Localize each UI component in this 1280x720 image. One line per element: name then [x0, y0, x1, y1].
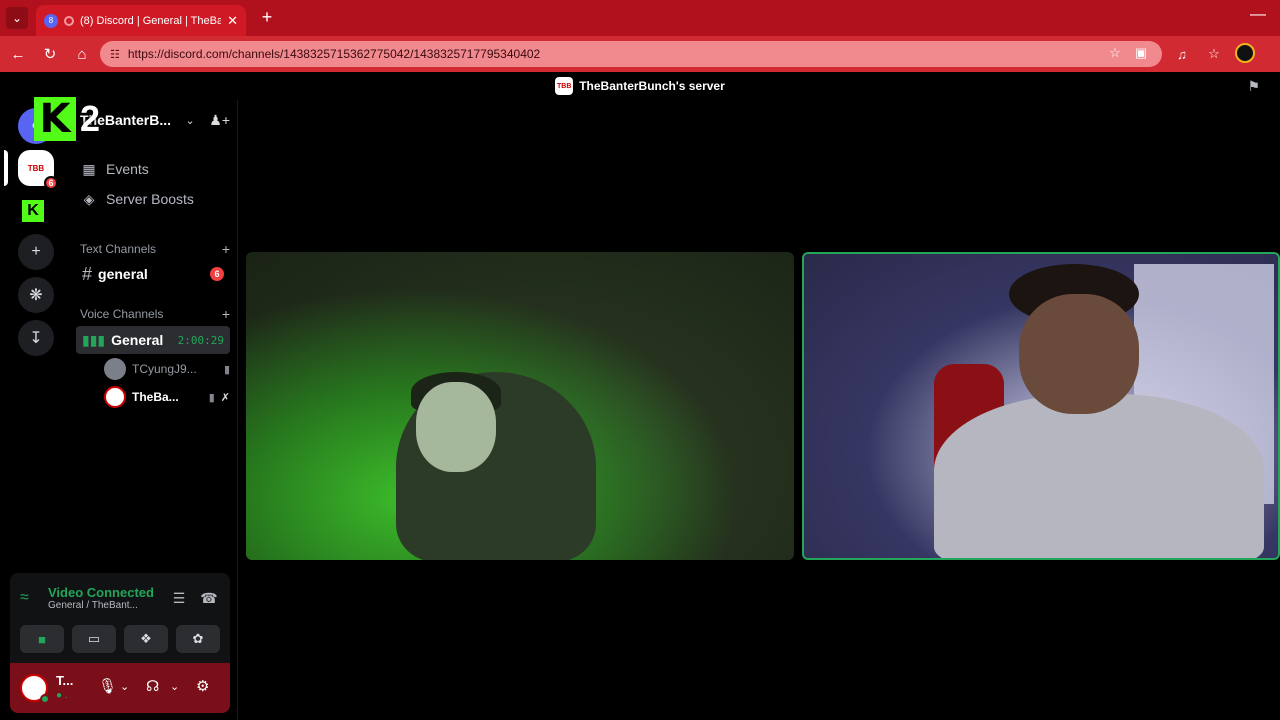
voice-timer: 2:00:29: [177, 333, 224, 347]
discord-title-bar: TBB TheBanterBunch's server: [0, 72, 1280, 100]
server-header[interactable]: TheBanterB... ⌄ ♟+: [80, 108, 230, 132]
disconnect-phone-icon[interactable]: ☎: [198, 590, 220, 607]
headphones-icon[interactable]: ☊: [146, 677, 159, 695]
participant-body: [934, 394, 1264, 558]
voice-channels-category[interactable]: Voice Channels +: [80, 305, 230, 323]
inbox-flag-icon[interactable]: ⚑: [1247, 78, 1260, 95]
back-arrow-icon[interactable]: ←: [8, 44, 28, 64]
soundboard-button[interactable]: ✿: [176, 625, 220, 653]
channel-mention-badge: 6: [210, 267, 224, 281]
server-mention-badge: 6: [44, 176, 58, 190]
url-text: https://discord.com/channels/14383257153…: [127, 47, 541, 61]
invite-people-icon[interactable]: ♟+: [209, 112, 230, 129]
server-boosts-item[interactable]: ◈ Server Boosts: [80, 186, 230, 212]
user-substatus: ● .: [56, 690, 68, 701]
screen-share-button[interactable]: ▭: [72, 625, 116, 653]
voice-user-name: TCyungJ9...: [132, 362, 197, 376]
overlay-number: 2: [80, 98, 101, 139]
online-status-icon: [40, 694, 50, 704]
microphone-icon[interactable]: 🎙: [98, 677, 117, 695]
server-icon: TBB: [555, 77, 574, 95]
kick-logo-icon: K: [34, 96, 76, 142]
voice-user[interactable]: TCyungJ9... ▮: [104, 357, 230, 381]
activities-button[interactable]: ❖: [124, 625, 168, 653]
download-apps-icon[interactable]: ↧: [18, 320, 54, 356]
tab-title: (8) Discord | General | TheBanterBunch: [80, 14, 222, 27]
add-server-icon[interactable]: +: [18, 234, 54, 270]
profile-avatar[interactable]: [1235, 43, 1255, 63]
reload-icon[interactable]: ↻: [40, 44, 60, 64]
avatar: [104, 386, 126, 408]
chevron-down-icon: ⌄: [185, 114, 195, 127]
channel-general-label: general: [98, 266, 148, 282]
voice-location[interactable]: General / TheBant...: [48, 600, 160, 611]
create-text-channel-icon[interactable]: +: [222, 241, 230, 257]
tab-search-chevron-icon[interactable]: ⌄: [6, 7, 28, 29]
audio-options-chevron-icon[interactable]: ⌄: [170, 680, 179, 693]
hash-icon: #: [82, 263, 93, 284]
voice-user[interactable]: TheBa... ▮ ✗: [104, 385, 230, 409]
settings-gear-icon[interactable]: ⚙: [196, 677, 209, 695]
discover-compass-icon[interactable]: ❋: [18, 277, 54, 313]
connection-signal-icon[interactable]: ≈: [20, 589, 40, 607]
text-channels-label: Text Channels: [80, 242, 157, 256]
channel-general[interactable]: # general 6: [76, 260, 230, 288]
voice-channel-general[interactable]: ▮▮▮ General 2:00:29: [76, 326, 230, 354]
avatar: [104, 358, 126, 380]
username[interactable]: T...: [56, 673, 73, 688]
address-bar[interactable]: ☷ https://discord.com/channels/143832571…: [100, 41, 1162, 67]
voice-channels-label: Voice Channels: [80, 307, 164, 321]
site-info-icon[interactable]: ☷: [110, 48, 120, 61]
audio-playing-icon[interactable]: [64, 15, 74, 26]
server-banterbunch[interactable]: TBB 6: [18, 150, 58, 190]
new-tab-button[interactable]: +: [256, 6, 278, 28]
picture-in-picture-icon[interactable]: ▣: [1132, 45, 1150, 61]
tab-close-icon[interactable]: ✕: [227, 13, 238, 29]
favorites-icon[interactable]: ☆: [1204, 44, 1224, 64]
voice-user-name: TheBa...: [132, 390, 179, 404]
voice-status: Video Connected: [48, 585, 154, 600]
create-voice-channel-icon[interactable]: +: [222, 306, 230, 322]
video-camera-icon: ▮: [208, 391, 215, 404]
home-icon[interactable]: ⌂: [72, 44, 92, 64]
mic-options-chevron-icon[interactable]: ⌄: [120, 680, 129, 693]
voice-channel-label: General: [111, 332, 164, 348]
noise-suppression-icon[interactable]: ☰: [168, 590, 190, 607]
browser-tab[interactable]: 8 (8) Discord | General | TheBanterBunch…: [36, 5, 246, 36]
selected-server-pill: [4, 150, 8, 186]
deafened-icon: ✗: [220, 391, 230, 404]
bookmark-star-icon[interactable]: ☆: [1106, 45, 1124, 61]
camera-button[interactable]: ■: [20, 625, 64, 653]
participant-head: [1019, 294, 1139, 414]
text-channels-category[interactable]: Text Channels +: [80, 240, 230, 258]
video-tile-participant[interactable]: [246, 252, 794, 560]
boost-gem-icon: ◈: [83, 190, 95, 207]
minimize-window-icon[interactable]: —: [1250, 6, 1266, 24]
video-tile-speaking[interactable]: [802, 252, 1280, 560]
media-control-icon[interactable]: ♫: [1172, 44, 1192, 64]
kick-app-icon[interactable]: K: [22, 200, 44, 222]
events-item[interactable]: ▦ Events: [80, 156, 230, 182]
user-panel: T... ● . 🎙 ⌄ ☊ ⌄ ⚙: [10, 663, 230, 713]
voice-activity-icon: ▮▮▮: [82, 331, 106, 348]
browser-tab-bar: ⌄ 8 (8) Discord | General | TheBanterBun…: [0, 0, 1280, 36]
kick-overlay: K 2: [34, 96, 101, 142]
discord-favicon-icon: 8: [44, 13, 58, 28]
voice-connection-panel: ≈ Video Connected General / TheBant... ☰…: [10, 573, 230, 663]
participant-head: [416, 382, 496, 472]
video-camera-icon: ▮: [223, 363, 230, 376]
server-title: TheBanterBunch's server: [579, 79, 725, 93]
server-boosts-label: Server Boosts: [106, 191, 194, 207]
browser-toolbar: ← ↻ ⌂ ☷ https://discord.com/channels/143…: [0, 36, 1280, 72]
events-label: Events: [106, 161, 149, 177]
calendar-icon: ▦: [82, 160, 96, 177]
